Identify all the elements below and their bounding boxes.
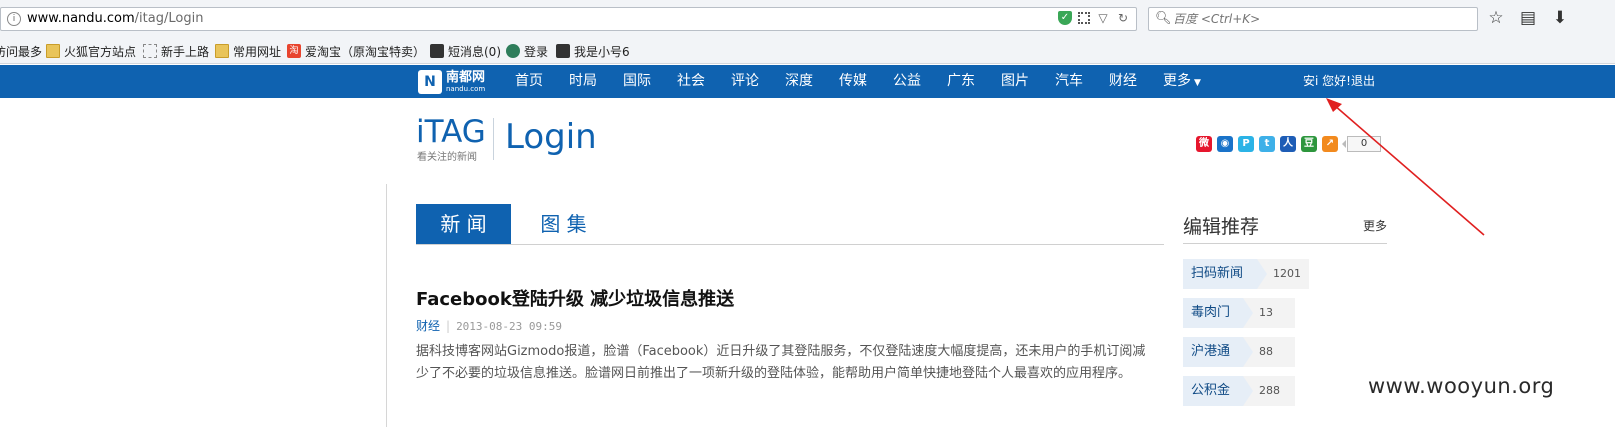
tag-name: 扫码新闻: [1183, 259, 1267, 289]
folder-icon: [46, 44, 60, 58]
user-icon: [430, 44, 444, 58]
bookmark-label: 短消息(0): [448, 44, 501, 59]
search-icon: 🔍︎: [1155, 11, 1172, 26]
sidebar-tag-item[interactable]: 公积金 288: [1183, 376, 1295, 406]
page-title: Login: [505, 117, 597, 157]
bookmark-label: 我是小号6: [574, 44, 630, 59]
dropdown-arrow-icon[interactable]: ▽: [1096, 11, 1110, 25]
browser-actions: ☆ ▤ ⬇: [1486, 8, 1570, 28]
douban-share-icon[interactable]: 豆: [1301, 136, 1317, 152]
page-icon: [143, 44, 157, 58]
bookmark-taobao[interactable]: 淘 爱淘宝（原淘宝特卖）: [287, 42, 425, 60]
twitter-share-icon[interactable]: t: [1259, 136, 1275, 152]
bookmark-login[interactable]: 登录: [506, 42, 548, 60]
taobao-icon: 淘: [287, 44, 301, 58]
bookmark-xiaohao6[interactable]: 我是小号6: [556, 42, 630, 60]
itag-brand[interactable]: iTAG 看关注的新闻: [416, 114, 486, 163]
tab-gallery[interactable]: 图 集: [526, 204, 601, 244]
bookmark-label: 火狐官方站点: [64, 44, 137, 59]
folder-icon: [215, 44, 229, 58]
tag-name: 公积金: [1183, 376, 1253, 406]
bookmark-messages[interactable]: 短消息(0): [430, 42, 501, 60]
nav-item-more[interactable]: 更多 ▼: [1163, 65, 1201, 98]
site-info-icon[interactable]: i: [7, 12, 21, 26]
tab-news[interactable]: 新 闻: [416, 204, 511, 244]
user-icon: [556, 44, 570, 58]
bookmark-most-visited[interactable]: 访问最多: [0, 42, 42, 60]
site-logo[interactable]: N 南都网 nandu.com: [418, 70, 490, 94]
site-nav-bar: N 南都网 nandu.com 首页 时局 国际 社会 评论 深度 传媒 公益 广…: [0, 65, 1615, 98]
nav-item-charity[interactable]: 公益: [893, 65, 921, 98]
browser-toolbar: i www.nandu.com/itag/Login ✓ ▽ ↻ 🔍︎ ☆ ▤ …: [0, 0, 1615, 38]
bookmark-firefox-site[interactable]: 火狐官方站点: [46, 42, 136, 60]
nav-item-politics[interactable]: 时局: [569, 65, 597, 98]
logout-link[interactable]: 退出: [1351, 74, 1375, 88]
nav-item-photos[interactable]: 图片: [1001, 65, 1029, 98]
caret-down-icon: ▼: [1194, 78, 1201, 88]
nav-item-finance[interactable]: 财经: [1109, 65, 1137, 98]
shield-icon[interactable]: ✓: [1058, 11, 1072, 25]
bookmark-getting-started[interactable]: 新手上路: [143, 42, 209, 60]
reload-icon[interactable]: ↻: [1116, 11, 1130, 25]
sidebar-tag-item[interactable]: 沪港通 88: [1183, 337, 1295, 367]
address-bar-tools: ✓ ▽ ↻: [1058, 11, 1130, 25]
bookmark-label: 登录: [524, 44, 549, 59]
nav-item-media[interactable]: 传媒: [839, 65, 867, 98]
nav-links: 首页 时局 国际 社会 评论 深度 传媒 公益 广东 图片 汽车 财经 更多 ▼: [515, 65, 1227, 98]
address-bar[interactable]: i www.nandu.com/itag/Login ✓ ▽ ↻: [0, 7, 1137, 31]
nav-item-guangdong[interactable]: 广东: [947, 65, 975, 98]
brand-divider: [493, 118, 494, 160]
meta-separator: |: [446, 319, 451, 333]
nav-more-label: 更多: [1163, 73, 1191, 89]
nav-item-opinion[interactable]: 评论: [731, 65, 759, 98]
itag-logo-text: iTAG: [416, 114, 486, 150]
bookmark-label: 新手上路: [161, 44, 210, 59]
content-divider: [386, 184, 387, 427]
bookmark-label: 爱淘宝（原淘宝特卖）: [305, 44, 426, 59]
itag-tagline: 看关注的新闻: [417, 152, 477, 163]
weibo-share-icon[interactable]: 微: [1196, 136, 1212, 152]
nav-item-society[interactable]: 社会: [677, 65, 705, 98]
sidebar-tag-item[interactable]: 扫码新闻 1201: [1183, 259, 1309, 289]
sidebar-title: 编辑推荐: [1183, 216, 1260, 238]
qzone-share-icon[interactable]: ◉: [1217, 136, 1233, 152]
watermark: www.wooyun.org: [1368, 374, 1555, 398]
logo-mark: N: [418, 70, 442, 94]
qr-code-icon[interactable]: [1078, 12, 1090, 24]
annotation-arrow: [1326, 98, 1485, 236]
article-date: 2013-08-23 09:59: [456, 320, 563, 333]
renren-share-icon[interactable]: 人: [1280, 136, 1296, 152]
tag-name: 毒肉门: [1183, 298, 1253, 328]
tencent-weibo-share-icon[interactable]: P: [1238, 136, 1254, 152]
user-status: 安i 您好!退出: [1303, 65, 1375, 98]
nav-item-auto[interactable]: 汽车: [1055, 65, 1083, 98]
article-title[interactable]: Facebook登陆升级 减少垃圾信息推送: [416, 285, 734, 311]
tag-name: 沪港通: [1183, 337, 1253, 367]
logo-text: 南都网 nandu.com: [446, 70, 486, 94]
nav-item-in-depth[interactable]: 深度: [785, 65, 813, 98]
search-input[interactable]: [1173, 10, 1463, 28]
bookmark-label: 访问最多: [0, 44, 43, 59]
address-url[interactable]: www.nandu.com/itag/Login: [27, 11, 203, 26]
user-greeting: 安i 您好!: [1303, 74, 1351, 88]
sidebar-tag-item[interactable]: 毒肉门 13: [1183, 298, 1295, 328]
article-summary: 据科技博客网站Gizmodo报道，脸谱（Facebook）近日升级了其登陆服务，…: [416, 344, 1146, 381]
download-icon[interactable]: ⬇: [1550, 8, 1570, 28]
article-category[interactable]: 财经: [416, 319, 440, 333]
bookmark-common-sites[interactable]: 常用网址: [215, 42, 281, 60]
bookmarks-bar: 访问最多 火狐官方站点 新手上路 常用网址 淘 爱淘宝（原淘宝特卖） 短消息(0…: [0, 38, 1615, 64]
globe-icon: [506, 44, 520, 58]
bookmark-star-icon[interactable]: ☆: [1486, 8, 1506, 28]
nav-item-home[interactable]: 首页: [515, 65, 543, 98]
reading-list-icon[interactable]: ▤: [1518, 8, 1538, 28]
bookmark-label: 常用网址: [233, 44, 282, 59]
content-tabs: 新 闻 图 集: [416, 204, 1164, 245]
nav-item-international[interactable]: 国际: [623, 65, 651, 98]
article-meta: 财经 | 2013-08-23 09:59: [416, 317, 562, 334]
search-box[interactable]: 🔍︎: [1148, 7, 1478, 31]
arrow-line: [1333, 104, 1485, 236]
